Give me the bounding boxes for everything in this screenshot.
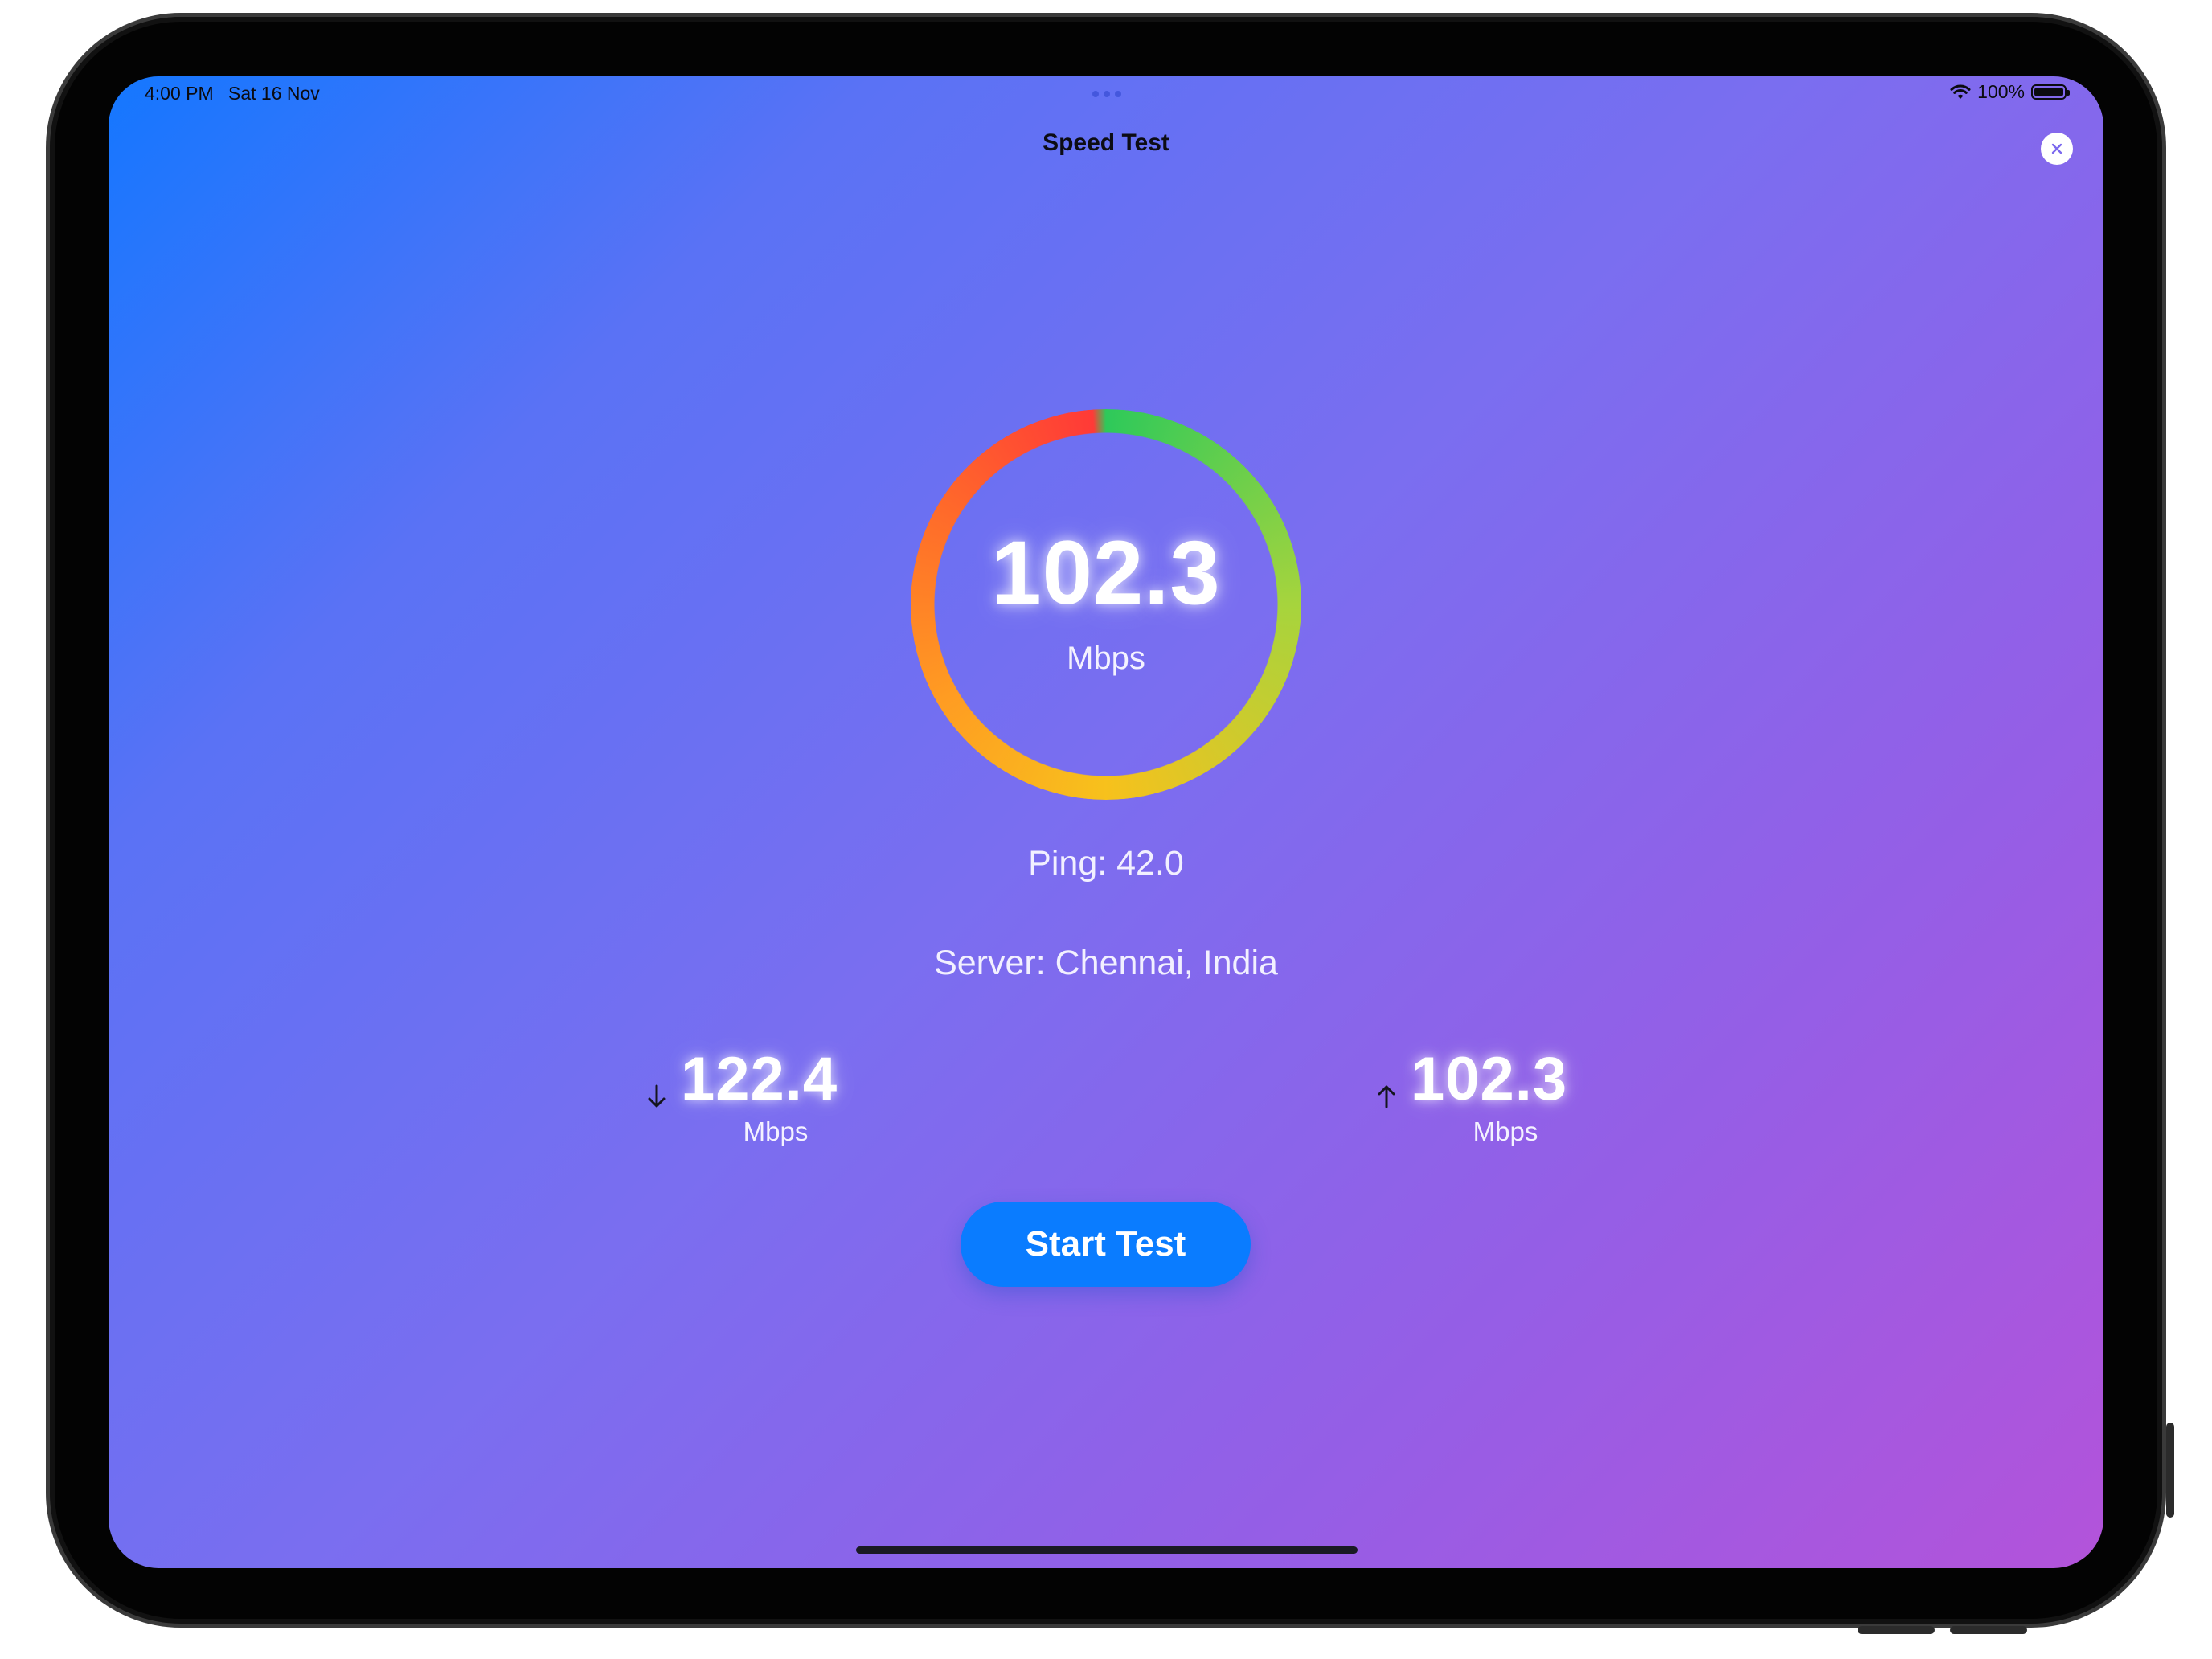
status-bar: 4:00 PM Sat 16 Nov 100% [109,76,2103,117]
upload-speed-value: 102.3 [1411,1045,1568,1113]
upload-speed-unit: Mbps [1473,1116,1538,1146]
wifi-icon [1950,84,1971,100]
home-indicator[interactable] [856,1546,1358,1554]
close-button[interactable] [2041,133,2073,165]
grabber-dot [1104,91,1110,97]
gauge-speed-value: 102.3 [991,522,1221,623]
page-title: Speed Test [1043,129,1169,156]
ping-label: Ping: 42.0 [1028,844,1184,883]
grabber-dot [1115,91,1121,97]
top-button-secondary [1950,1626,2027,1634]
status-date: Sat 16 Nov [228,83,320,104]
multitasking-grabber[interactable] [1089,88,1124,100]
arrow-down-icon [648,1084,666,1108]
start-test-button[interactable]: Start Test [961,1202,1251,1287]
battery-fill [2034,88,2063,96]
status-indicators: 100% [1950,81,2070,103]
battery-percentage: 100% [1977,81,2025,102]
grabber-dot [1092,91,1099,97]
arrow-up-icon [1378,1085,1395,1108]
app-screen: 4:00 PM Sat 16 Nov 100% Speed Test 102.3… [109,76,2103,1568]
gauge-speed-unit: Mbps [1067,641,1145,676]
download-speed-unit: Mbps [743,1116,809,1146]
battery-icon [2031,84,2070,100]
server-label: Server: Chennai, India [934,944,1278,982]
download-speed-value: 122.4 [681,1045,838,1113]
speed-gauge: 102.3 Mbps [911,409,1301,800]
close-icon [2051,143,2062,154]
status-time: 4:00 PM [145,83,214,104]
side-button-volume [2166,1423,2174,1518]
top-button [1858,1626,1935,1634]
